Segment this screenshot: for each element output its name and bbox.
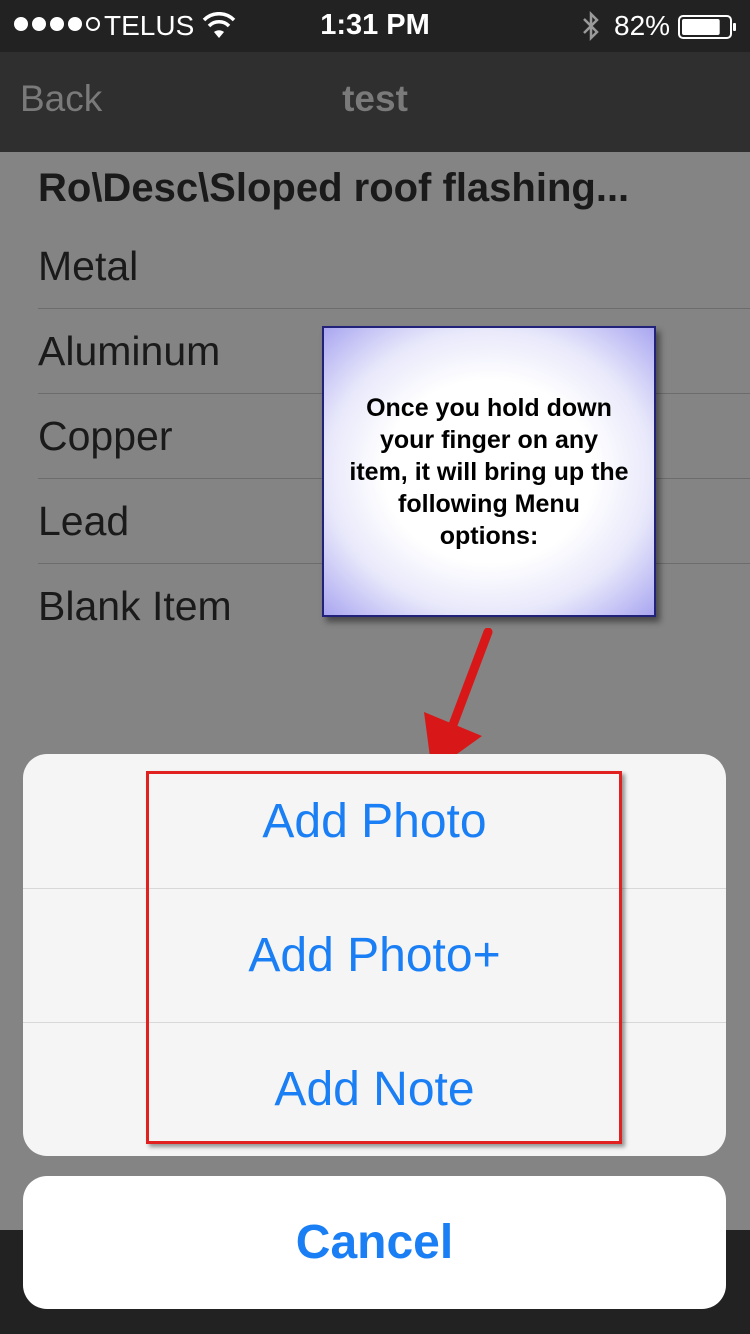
red-arrow-icon [424,628,493,772]
action-sheet: Add Photo Add Photo+ Add Note [23,754,726,1156]
battery-percentage: 82% [614,10,671,41]
signal-strength-icon [14,17,100,31]
back-button[interactable]: Back [20,78,102,120]
callout-text: Once you hold down your finger on any it… [349,393,629,550]
cancel-button[interactable]: Cancel [23,1176,726,1309]
bluetooth-icon [583,10,599,42]
status-bar: TELUS 1:31 PM 82% [0,0,750,52]
wifi-icon [202,12,236,38]
list-item-metal[interactable]: Metal [38,224,750,309]
carrier-name: TELUS [104,10,195,41]
add-photo-plus-button[interactable]: Add Photo+ [23,888,726,1022]
add-note-button[interactable]: Add Note [23,1022,726,1156]
battery-icon [678,15,736,39]
instruction-callout: Once you hold down your finger on any it… [322,326,656,617]
add-photo-button[interactable]: Add Photo [23,754,726,888]
path-header: Ro\Desc\Sloped roof flashing... [38,166,630,210]
navigation-bar: Back test [0,52,750,152]
page-title: test [342,78,408,119]
